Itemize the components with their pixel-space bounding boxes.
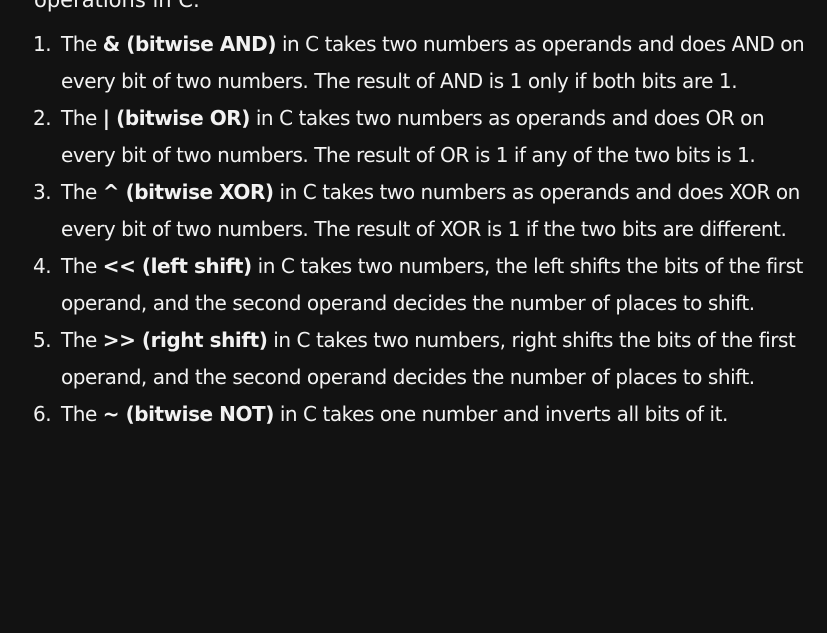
list-item: 6. The ~ (bitwise NOT) in C takes one num… xyxy=(33,396,823,433)
list-item: 5. The >> (right shift) in C takes two nu… xyxy=(33,322,823,396)
list-item: 1. The & (bitwise AND) in C takes two num… xyxy=(33,26,823,100)
operator-name: >> (right shift) xyxy=(102,328,268,352)
list-item-lead: The xyxy=(61,328,103,352)
list-item-lead: The xyxy=(61,180,103,204)
operator-description: in C takes one number and inverts all bi… xyxy=(273,402,729,426)
operator-name: ^ (bitwise XOR) xyxy=(102,180,274,204)
list-item-lead: The xyxy=(61,254,103,278)
list-item-lead: The xyxy=(61,402,103,426)
list-item-number: 2. xyxy=(33,106,52,130)
list-item-number: 4. xyxy=(33,254,52,278)
list-item-number: 3. xyxy=(33,180,52,204)
list-item-number: 6. xyxy=(33,402,52,426)
cutoff-heading-text: operations in C: xyxy=(34,0,201,12)
list-item-number: 5. xyxy=(33,328,52,352)
list-item: 4. The << (left shift) in C takes two num… xyxy=(33,248,823,322)
operator-name: & (bitwise AND) xyxy=(102,32,277,56)
operator-name: | (bitwise OR) xyxy=(102,106,251,130)
operator-name: ~ (bitwise NOT) xyxy=(102,402,275,426)
list-item: 3. The ^ (bitwise XOR) in C takes two num… xyxy=(33,174,823,248)
list-item: 2. The | (bitwise OR) in C takes two numb… xyxy=(33,100,823,174)
operator-name: << (left shift) xyxy=(102,254,252,278)
list-item-lead: The xyxy=(61,106,103,130)
list-item-lead: The xyxy=(61,32,103,56)
list-item-number: 1. xyxy=(33,32,52,56)
bitwise-operators-list: 1. The & (bitwise AND) in C takes two num… xyxy=(33,26,823,433)
